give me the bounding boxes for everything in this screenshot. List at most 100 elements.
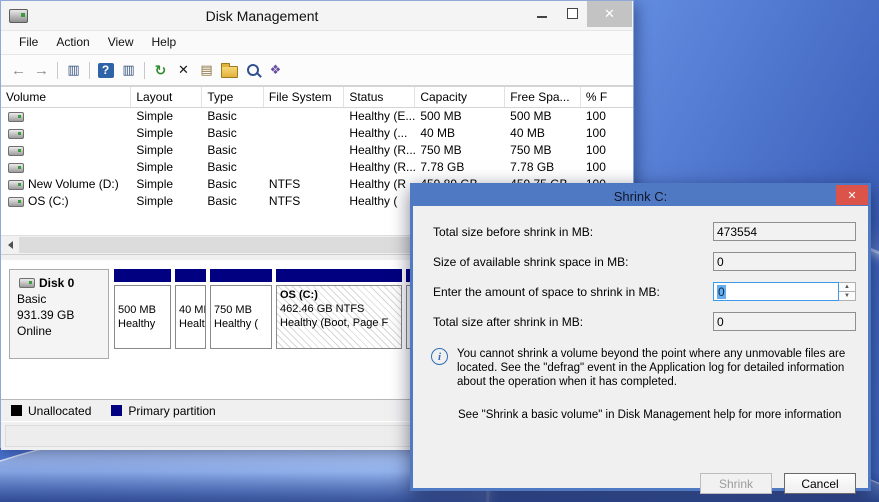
disk-wizard-button[interactable]: ❖	[264, 59, 287, 81]
volume-layout: Simple	[131, 176, 202, 193]
maximize-button[interactable]	[557, 1, 587, 25]
toolbar: ← → ▥ ? ▥ ↻ ✕ ▤ ❖	[1, 54, 633, 87]
shrink-button[interactable]: Shrink	[700, 473, 772, 494]
volume-capacity: 500 MB	[415, 108, 505, 125]
search-icon	[247, 64, 259, 76]
volume-free-space: 7.78 GB	[505, 159, 581, 176]
volume-row[interactable]: Simple Basic Healthy (R... 750 MB 750 MB…	[1, 142, 633, 159]
refresh-button[interactable]: ↻	[149, 59, 172, 81]
wizard-icon: ❖	[270, 62, 282, 78]
scroll-left-button[interactable]	[1, 236, 19, 254]
column-header-file-system[interactable]: File System	[264, 87, 344, 107]
partition-500mb[interactable]: 500 MB Healthy	[114, 269, 171, 349]
screen: Disk Management ✕ File Action View Help …	[0, 0, 879, 502]
minimize-button[interactable]	[527, 1, 557, 25]
spinner-up-button[interactable]: ▲	[839, 282, 856, 291]
partition-color-bar	[276, 269, 402, 282]
volume-status: Healthy (R...	[344, 159, 415, 176]
volume-status: Healthy (R	[344, 176, 415, 193]
partition-40mb[interactable]: 40 MB Healthy	[175, 269, 206, 349]
column-header-layout[interactable]: Layout	[131, 87, 202, 107]
delete-button[interactable]: ✕	[172, 59, 195, 81]
disk0-info-panel[interactable]: Disk 0 Basic 931.39 GB Online	[9, 269, 109, 359]
volume-layout: Simple	[131, 125, 202, 142]
volume-capacity: 750 MB	[415, 142, 505, 159]
cancel-button[interactable]: Cancel	[784, 473, 856, 494]
info-section: i You cannot shrink a volume beyond the …	[431, 347, 852, 389]
refresh-icon: ↻	[155, 62, 167, 79]
partition-line2: Healthy (	[214, 317, 268, 331]
total-size-before-label: Total size before shrink in MB:	[433, 225, 713, 239]
help-icon: ?	[98, 63, 114, 78]
legend-primary-partition-label: Primary partition	[128, 404, 215, 418]
info-icon: i	[431, 348, 448, 365]
volume-status: Healthy (	[344, 193, 415, 210]
partition-line1: 462.46 GB NTFS	[280, 302, 398, 316]
column-header-status[interactable]: Status	[344, 87, 415, 107]
console-tree-icon: ▥	[67, 62, 79, 78]
caption-buttons: ✕	[527, 1, 633, 30]
spinner-down-icon: ▼	[844, 293, 850, 299]
menu-view[interactable]: View	[99, 31, 143, 54]
volume-file-system: NTFS	[264, 176, 344, 193]
shrink-amount-input[interactable]: 0	[713, 282, 839, 301]
column-header-percent-free[interactable]: % F	[581, 87, 633, 107]
volume-status: Healthy (E...	[344, 108, 415, 125]
partition-750mb[interactable]: 750 MB Healthy (	[210, 269, 272, 349]
folder-icon	[221, 66, 238, 78]
menu-help[interactable]: Help	[143, 31, 186, 54]
menu-action[interactable]: Action	[47, 31, 98, 54]
volume-capacity: 7.78 GB	[415, 159, 505, 176]
spinner-up-icon: ▲	[844, 284, 850, 290]
forward-button[interactable]: →	[30, 59, 53, 81]
volume-type: Basic	[202, 193, 264, 210]
volume-type: Basic	[202, 108, 264, 125]
legend-unallocated-label: Unallocated	[28, 404, 91, 418]
volume-layout: Simple	[131, 159, 202, 176]
shrink-dialog: Shrink C: ✕ Total size before shrink in …	[410, 183, 871, 491]
volume-icon	[8, 180, 24, 190]
column-header-free-space[interactable]: Free Spa...	[505, 87, 581, 107]
volume-type: Basic	[202, 142, 264, 159]
column-header-volume[interactable]: Volume	[1, 87, 131, 107]
back-button[interactable]: ←	[7, 59, 30, 81]
partition-os-c[interactable]: OS (C:) 462.46 GB NTFS Healthy (Boot, Pa…	[276, 269, 402, 349]
dialog-title-bar[interactable]: Shrink C: ✕	[413, 186, 868, 206]
title-bar[interactable]: Disk Management ✕	[1, 1, 633, 30]
help-button[interactable]: ?	[94, 59, 117, 81]
back-icon: ←	[11, 62, 26, 79]
info-text: You cannot shrink a volume beyond the po…	[457, 347, 852, 389]
volume-layout: Simple	[131, 193, 202, 210]
volume-capacity: 40 MB	[415, 125, 505, 142]
volume-file-system: NTFS	[264, 193, 344, 210]
total-size-after-field: 0	[713, 312, 856, 331]
total-size-after-label: Total size after shrink in MB:	[433, 315, 713, 329]
volume-row[interactable]: Simple Basic Healthy (R... 7.78 GB 7.78 …	[1, 159, 633, 176]
volume-row[interactable]: Simple Basic Healthy (... 40 MB 40 MB 10…	[1, 125, 633, 142]
volume-type: Basic	[202, 125, 264, 142]
properties-icon: ▤	[200, 62, 212, 78]
spinner-down-button[interactable]: ▼	[839, 291, 856, 301]
zoom-button[interactable]	[241, 59, 264, 81]
partition-line2: Healthy (Boot, Page F	[280, 316, 398, 330]
column-header-type[interactable]: Type	[202, 87, 264, 107]
volume-icon	[8, 129, 24, 139]
volume-name: New Volume (D:)	[28, 176, 119, 193]
dialog-body: Total size before shrink in MB: 473554 S…	[413, 222, 868, 502]
shrink-amount-spinner: ▲ ▼	[839, 282, 856, 301]
open-button[interactable]	[218, 59, 241, 81]
delete-icon: ✕	[178, 62, 189, 78]
close-button[interactable]: ✕	[587, 1, 632, 27]
show-action-pane-button[interactable]: ▥	[117, 59, 140, 81]
column-header-capacity[interactable]: Capacity	[415, 87, 505, 107]
dialog-title: Shrink C:	[614, 189, 667, 204]
dialog-close-button[interactable]: ✕	[836, 185, 868, 205]
available-shrink-space-field: 0	[713, 252, 856, 271]
menu-file[interactable]: File	[10, 31, 47, 54]
disk-name: Disk 0	[39, 275, 74, 291]
volume-row[interactable]: Simple Basic Healthy (E... 500 MB 500 MB…	[1, 108, 633, 125]
properties-button[interactable]: ▤	[195, 59, 218, 81]
show-console-tree-button[interactable]: ▥	[62, 59, 85, 81]
partition-line2: Healthy	[118, 317, 167, 331]
partition-line1: 40 MB	[179, 303, 202, 317]
